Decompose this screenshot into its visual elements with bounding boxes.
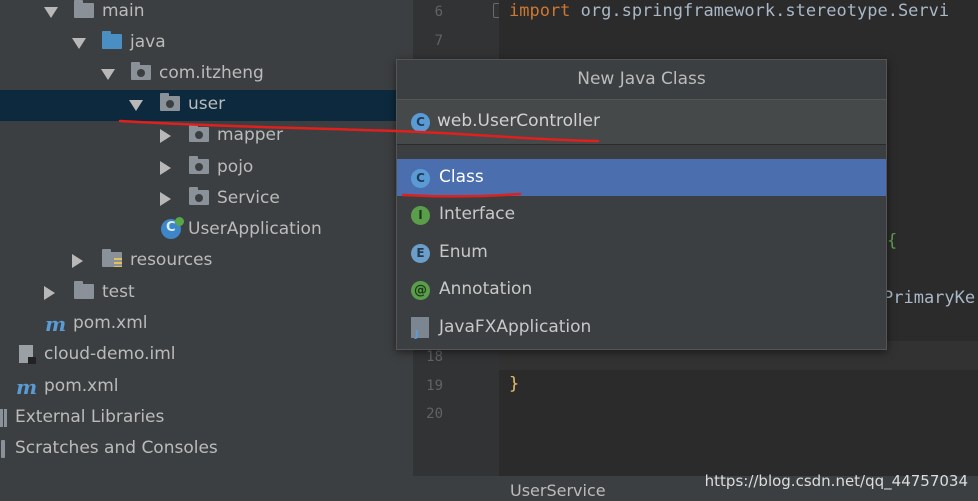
maven-icon: m <box>16 375 38 399</box>
tree-item-label: External Libraries <box>15 407 165 427</box>
code-line-brace-close: } <box>509 374 519 394</box>
collapse-arrow-icon[interactable] <box>160 192 171 206</box>
collapse-arrow-icon[interactable] <box>160 161 171 175</box>
line-number: 20 <box>426 406 443 422</box>
tree-item-com-itzheng[interactable]: com.itzheng <box>0 59 413 90</box>
annotation-icon: @ <box>411 281 430 300</box>
line-number: 18 <box>426 349 443 365</box>
enum-icon: E <box>411 244 430 263</box>
expand-arrow-icon[interactable] <box>101 69 115 80</box>
tree-item-label: mapper <box>217 125 284 145</box>
class-name-field[interactable]: C <box>397 99 886 145</box>
watermark: https://blog.csdn.net/qq_44757034 <box>704 472 968 490</box>
tree-item-label: test <box>102 282 135 302</box>
maven-icon: m <box>45 312 67 336</box>
new-java-class-dialog: New Java Class C C Class I Interface E E… <box>396 59 887 350</box>
package-icon <box>189 187 209 205</box>
editor-tab-userservice[interactable]: UserService <box>510 481 606 500</box>
collapse-arrow-icon[interactable] <box>44 286 55 300</box>
package-icon <box>160 93 180 111</box>
kind-label: JavaFXApplication <box>439 317 592 337</box>
tree-item-test[interactable]: test <box>0 278 413 309</box>
kind-label: Enum <box>439 242 488 262</box>
package-icon <box>189 156 209 174</box>
spring-boot-class-icon <box>161 217 184 239</box>
folder-icon <box>74 0 94 18</box>
kind-item-class[interactable]: C Class <box>397 159 886 196</box>
tree-item-scratches[interactable]: Scratches and Consoles <box>0 434 413 465</box>
tree-item-main[interactable]: main <box>0 0 413 28</box>
keyword: import <box>509 1 571 21</box>
tree-item-resources[interactable]: resources <box>0 246 413 277</box>
tree-item-label: com.itzheng <box>159 63 264 83</box>
kind-label: Interface <box>439 204 516 224</box>
code-fragment: PrimaryKe <box>883 288 976 308</box>
class-name-input[interactable] <box>437 108 867 134</box>
tree-item-label: resources <box>130 250 213 270</box>
kind-item-annotation[interactable]: @ Annotation <box>397 271 886 308</box>
brace: } <box>509 374 520 394</box>
tree-item-userapplication[interactable]: UserApplication <box>0 215 413 246</box>
package-icon <box>131 62 151 80</box>
folder-icon <box>74 281 94 299</box>
tree-item-java[interactable]: java <box>0 28 413 59</box>
tree-item-service[interactable]: Service <box>0 184 413 215</box>
kind-item-javafxapplication[interactable]: JavaFXApplication <box>397 309 886 346</box>
line-number: 6 <box>434 4 443 20</box>
kind-label: Annotation <box>439 279 533 299</box>
dialog-title: New Java Class <box>577 69 706 89</box>
tree-item-label: pojo <box>217 157 254 177</box>
javafx-icon <box>411 317 429 340</box>
tree-item-label: java <box>130 32 166 52</box>
tree-item-label: main <box>102 1 145 21</box>
tree-item-label: Scratches and Consoles <box>15 438 218 458</box>
interface-icon: I <box>411 206 430 225</box>
tree-item-label: pom.xml <box>73 313 148 333</box>
tree-item-external-libraries[interactable]: External Libraries <box>0 403 413 434</box>
collapse-arrow-icon[interactable] <box>72 254 83 268</box>
code-line-import: import org.springframework.stereotype.Se… <box>509 1 949 21</box>
import-path: org.springframework.stereotype.Servi <box>570 1 950 21</box>
library-icon <box>0 409 3 427</box>
tree-item-label: pom.xml <box>44 376 119 396</box>
line-number: 19 <box>426 378 443 394</box>
tree-item-user[interactable]: user <box>0 90 413 121</box>
line-number: 7 <box>434 33 443 49</box>
source-folder-icon <box>102 31 122 49</box>
tree-item-pom-xml-root[interactable]: m pom.xml <box>0 372 413 403</box>
tree-item-cloud-demo-iml[interactable]: cloud-demo.iml <box>0 340 413 371</box>
scratches-icon <box>1 440 5 458</box>
tree-item-label: user <box>188 94 226 114</box>
tree-item-label: cloud-demo.iml <box>44 344 176 364</box>
package-icon <box>189 124 209 142</box>
resources-folder-icon <box>102 249 122 267</box>
module-file-icon <box>19 345 36 364</box>
code-line-brace-open: { <box>887 231 897 251</box>
class-icon: C <box>411 169 430 188</box>
tree-item-pom-xml-module[interactable]: m pom.xml <box>0 309 413 340</box>
kind-item-interface[interactable]: I Interface <box>397 196 886 233</box>
expand-arrow-icon[interactable] <box>129 100 143 111</box>
class-icon: C <box>411 113 430 132</box>
tree-item-pojo[interactable]: pojo <box>0 153 413 184</box>
collapse-arrow-icon[interactable] <box>160 129 171 143</box>
expand-arrow-icon[interactable] <box>44 7 58 18</box>
tree-item-mapper[interactable]: mapper <box>0 121 413 152</box>
code-line-primary-key: PrimaryKe <box>883 288 975 308</box>
tree-item-label: UserApplication <box>188 219 322 239</box>
kind-label: Class <box>439 167 484 187</box>
expand-arrow-icon[interactable] <box>72 38 86 49</box>
kind-item-enum[interactable]: E Enum <box>397 234 886 271</box>
project-tree: main java com.itzheng user mapper pojo S… <box>0 0 413 501</box>
brace: { <box>887 231 898 251</box>
tree-item-label: Service <box>217 188 280 208</box>
